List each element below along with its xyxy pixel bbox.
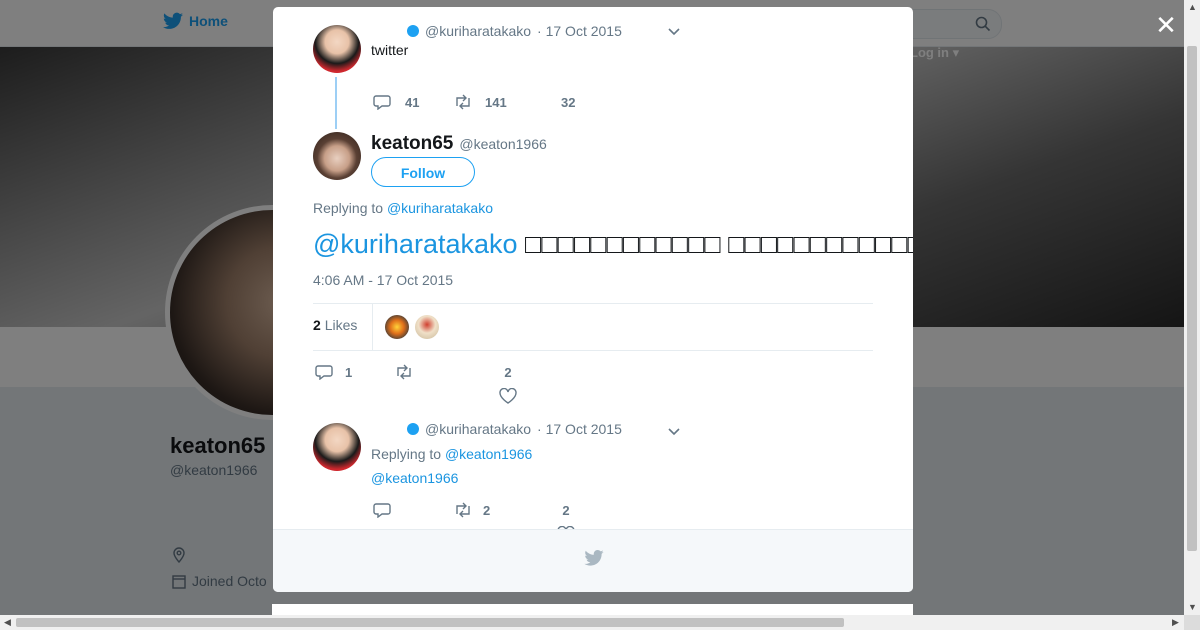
scrollbar-corner: [1184, 615, 1200, 630]
chevron-down-icon[interactable]: [666, 23, 682, 39]
avatar[interactable]: [313, 132, 361, 180]
chevron-down-icon[interactable]: [666, 423, 682, 439]
reply-icon: [315, 365, 333, 380]
reply-icon: [373, 95, 391, 110]
tweet-permalink-modal: @kuriharatakako · 17 Oct 2015 twitter 41…: [273, 7, 913, 592]
replying-to: Replying to @keaton1966: [371, 446, 533, 462]
retweet-action[interactable]: 141: [453, 94, 507, 110]
divider: [372, 304, 373, 350]
avatar[interactable]: [313, 423, 361, 471]
horizontal-scrollbar[interactable]: ◀ ▶: [0, 615, 1184, 630]
tweet-text[interactable]: @keaton1966: [371, 470, 458, 486]
scrollbar-thumb[interactable]: [16, 618, 844, 627]
retweet-action[interactable]: 2: [453, 502, 490, 518]
tweet-handle[interactable]: @kuriharatakako: [425, 23, 531, 39]
divider: [313, 350, 873, 351]
tweet-handle[interactable]: @kuriharatakako: [425, 421, 531, 437]
heart-icon: [499, 388, 517, 404]
modal-footer: [273, 529, 913, 592]
like-action[interactable]: 32: [561, 94, 575, 112]
retweet-icon: [456, 502, 470, 518]
retweet-icon[interactable]: [394, 364, 414, 380]
avatar[interactable]: [415, 315, 439, 339]
author-handle[interactable]: @keaton1966: [459, 136, 546, 152]
like-action[interactable]: 2: [557, 502, 575, 542]
follow-button[interactable]: Follow: [371, 157, 475, 187]
likes-count[interactable]: 2 Likes: [313, 317, 357, 333]
close-icon[interactable]: ✕: [1153, 12, 1179, 38]
scrollbar-thumb[interactable]: [1187, 46, 1197, 551]
replying-to-link[interactable]: @kuriharatakako: [387, 200, 493, 216]
divider: [313, 303, 873, 304]
avatar[interactable]: [385, 315, 409, 339]
bird-icon: [584, 550, 604, 566]
replying-to-link[interactable]: @keaton1966: [445, 446, 532, 462]
avatar[interactable]: [313, 25, 361, 73]
retweet-icon: [456, 94, 470, 110]
verified-icon: [407, 25, 419, 37]
thread-line: [335, 77, 337, 129]
reply-action[interactable]: 41: [373, 94, 419, 110]
like-action[interactable]: 2: [499, 364, 517, 404]
tweet-date[interactable]: · 17 Oct 2015: [537, 23, 622, 39]
reply-action[interactable]: 1: [315, 364, 352, 380]
reply-icon[interactable]: [373, 502, 391, 518]
vertical-scrollbar[interactable]: ▲ ▼: [1184, 0, 1200, 615]
mention-link[interactable]: @kuriharatakako: [313, 229, 518, 259]
verified-icon: [407, 423, 419, 435]
below-modal-card: [272, 604, 913, 615]
tweet-text: twitter: [371, 42, 409, 58]
replying-to: Replying to @kuriharatakako: [313, 200, 493, 216]
tweet-date[interactable]: · 17 Oct 2015: [537, 421, 622, 437]
tweet-timestamp[interactable]: 4:06 AM - 17 Oct 2015: [313, 272, 453, 288]
author-name[interactable]: keaton65: [371, 133, 453, 155]
tweet-text: @kuriharatakako □□□□□□□□□□□□ □□□□□□□□□□□…: [313, 229, 913, 259]
